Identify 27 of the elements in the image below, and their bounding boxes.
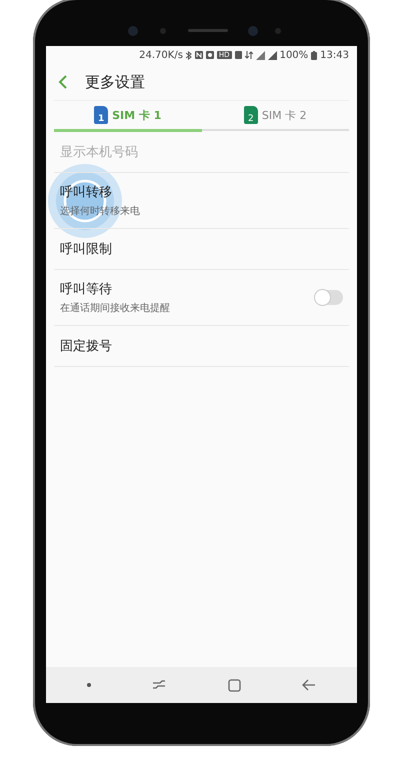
home-icon[interactable] (228, 678, 241, 692)
sim-card-badge: 2 (244, 106, 258, 124)
recent-apps-icon[interactable] (152, 679, 166, 691)
sim-icon (234, 51, 242, 59)
settings-item[interactable]: 呼叫等待 在通话期间接收来电提醒 (54, 270, 349, 326)
item-title: 呼叫限制 (60, 241, 112, 258)
battery-icon (311, 50, 318, 60)
item-title: 呼叫等待 (60, 281, 113, 298)
item-title: 呼叫转移 (60, 184, 113, 201)
sim-tab[interactable]: 1 SIM 卡 1 (54, 101, 202, 132)
toggle-switch[interactable] (315, 290, 343, 305)
item-title: 显示本机号码 (60, 144, 138, 161)
item-title: 固定拨号 (60, 338, 112, 355)
sim-tab[interactable]: 2 SIM 卡 2 (202, 101, 349, 131)
back-icon[interactable] (302, 679, 316, 691)
item-subtitle: 在通话期间接收来电提醒 (60, 302, 170, 315)
back-icon[interactable] (58, 75, 67, 89)
nfc-icon (194, 51, 203, 59)
battery-percent: 100% (280, 50, 308, 60)
record-icon (206, 51, 214, 59)
data-arrows-icon (244, 51, 253, 59)
bluetooth-icon (186, 50, 192, 60)
sim-card-badge: 1 (94, 106, 108, 124)
page-title: 更多设置 (85, 72, 145, 92)
dot-icon[interactable] (86, 683, 91, 687)
clock: 13:43 (320, 50, 349, 60)
network-speed: 24.70K/s (139, 50, 183, 60)
